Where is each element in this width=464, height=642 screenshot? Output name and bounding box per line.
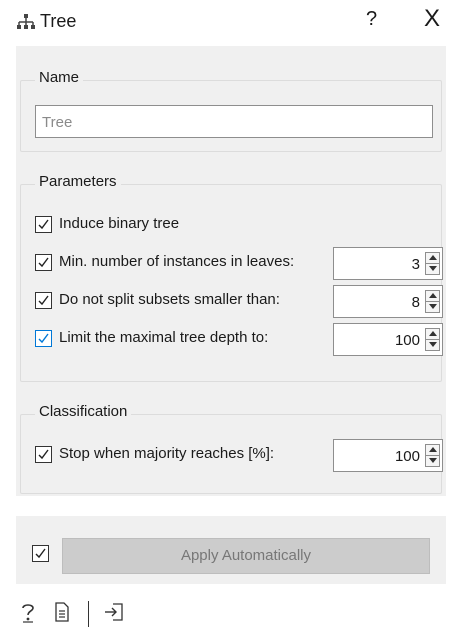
max-depth-stepper[interactable] [425, 328, 440, 351]
help-button[interactable]: ? [366, 8, 377, 31]
apply-button[interactable]: Apply Automatically [62, 538, 430, 574]
auto-apply-checkbox[interactable] [32, 545, 49, 562]
title-bar: Tree ? X [0, 0, 464, 44]
name-input[interactable]: Tree [35, 105, 433, 138]
min-split-spinbox[interactable]: 8 [333, 285, 443, 318]
window-title: Tree [40, 11, 77, 31]
name-group-title: Name [35, 69, 84, 86]
status-divider [88, 601, 89, 627]
stop-majority-label: Stop when majority reaches [%]: [59, 445, 275, 462]
induce-binary-tree-checkbox[interactable] [35, 216, 52, 233]
min-split-checkbox[interactable] [35, 292, 52, 309]
min-instances-checkbox[interactable] [35, 254, 52, 271]
min-instances-label: Min. number of instances in leaves: [59, 253, 295, 270]
induce-binary-tree-label: Induce binary tree [59, 215, 180, 232]
max-depth-checkbox[interactable] [35, 330, 52, 347]
stop-majority-value: 100 [394, 448, 420, 465]
close-button[interactable]: X [424, 5, 440, 33]
help-icon[interactable] [20, 602, 36, 630]
classification-group-title: Classification [35, 403, 132, 420]
name-group: Name Tree [20, 69, 442, 152]
min-instances-spinbox[interactable]: 3 [333, 247, 443, 280]
settings-panel: Name Tree Parameters Induce binary tree … [16, 46, 446, 496]
min-instances-value: 3 [411, 256, 420, 273]
input-signal-icon[interactable] [104, 602, 124, 628]
min-split-value: 8 [411, 294, 420, 311]
tree-icon [16, 14, 36, 30]
status-bar [0, 592, 464, 642]
classification-group: Classification Stop when majority reache… [20, 403, 443, 494]
report-icon[interactable] [54, 602, 70, 628]
min-instances-stepper[interactable] [425, 252, 440, 275]
stop-majority-spinbox[interactable]: 100 [333, 439, 443, 472]
parameters-group-title: Parameters [35, 173, 121, 190]
max-depth-spinbox[interactable]: 100 [333, 323, 443, 356]
max-depth-label: Limit the maximal tree depth to: [59, 329, 269, 346]
max-depth-value: 100 [394, 332, 420, 349]
min-split-stepper[interactable] [425, 290, 440, 313]
parameters-group: Parameters Induce binary tree Min. numbe… [20, 173, 443, 382]
min-split-label: Do not split subsets smaller than: [59, 291, 280, 308]
stop-majority-stepper[interactable] [425, 444, 440, 467]
stop-majority-checkbox[interactable] [35, 446, 52, 463]
